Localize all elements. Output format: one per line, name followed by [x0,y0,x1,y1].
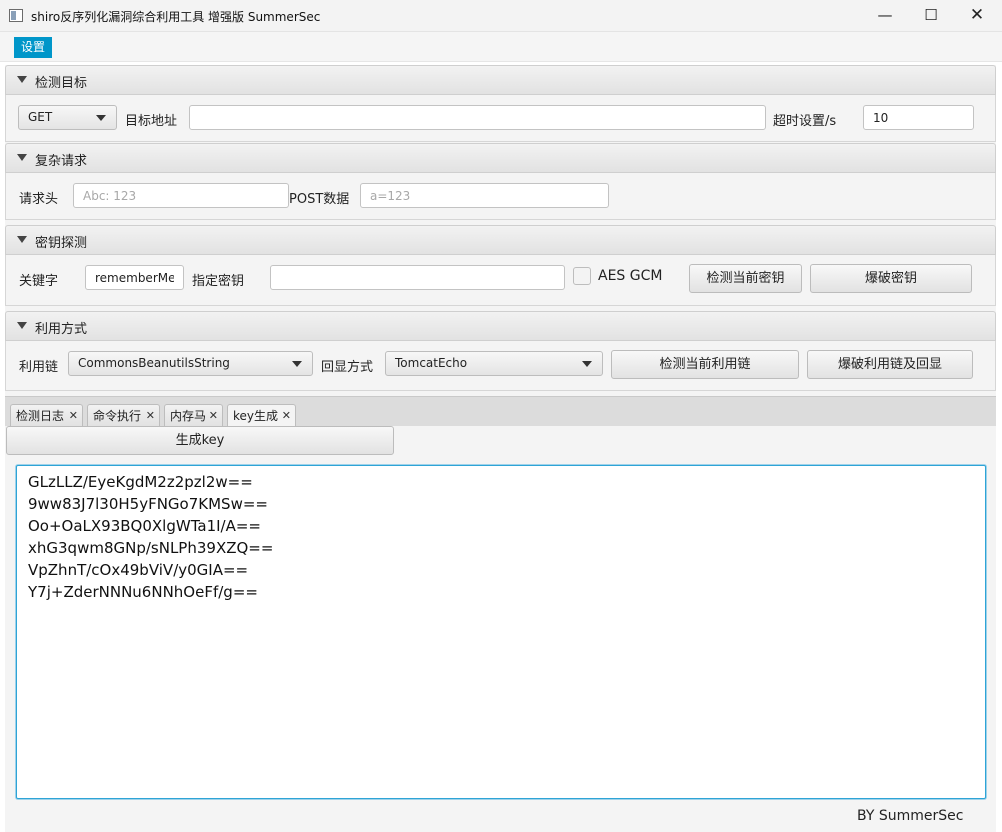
tab-memshell[interactable]: 内存马 ✕ [164,404,223,427]
complex-pane-title: 复杂请求 [35,154,88,169]
key-line: 9ww83J7l30H5yFNGo7KMSw== [28,495,268,513]
minimize-button[interactable]: — [862,0,908,32]
exploit-pane-title: 利用方式 [35,322,88,337]
menu-bar: 设置 [0,32,1002,62]
chevron-down-icon [582,361,592,367]
chevron-down-icon [292,361,302,367]
tab-keygen[interactable]: key生成 ✕ [227,404,296,428]
exploit-pane-body: 利用链 CommonsBeanutilsString 回显方式 TomcatEc… [5,341,996,391]
check-key-button[interactable]: 检测当前密钥 [689,264,802,293]
generate-key-button[interactable]: 生成key [6,426,394,455]
close-icon[interactable]: ✕ [209,405,218,427]
chevron-down-icon [96,115,106,121]
menu-settings[interactable]: 设置 [14,37,53,58]
tab-memshell-label: 内存马 [170,409,207,423]
keyword-input[interactable] [85,265,184,290]
key-label: 指定密钥 [192,274,245,289]
tab-log[interactable]: 检测日志 ✕ [10,404,83,427]
aes-gcm-label: AES GCM [598,268,663,284]
window-title: shiro反序列化漏洞综合利用工具 增强版 SummerSec [31,10,321,24]
app-icon [9,9,23,22]
collapse-triangle-icon [17,322,27,329]
target-pane-header[interactable]: 检测目标 [5,65,996,95]
title-bar: shiro反序列化漏洞综合利用工具 增强版 SummerSec — ☐ ✕ [0,0,1002,32]
tab-bar: 检测日志 ✕ 命令执行 ✕ 内存马 ✕ key生成 ✕ [5,396,996,428]
post-label: POST数据 [289,192,350,207]
timeout-input[interactable] [863,105,974,130]
brute-key-button[interactable]: 爆破密钥 [810,264,972,293]
target-pane-title: 检测目标 [35,76,88,91]
check-chain-button[interactable]: 检测当前利用链 [611,350,799,379]
header-label: 请求头 [19,192,59,207]
maximize-button[interactable]: ☐ [908,0,954,32]
key-line: GLzLLZ/EyeKgdM2z2pzl2w== [28,473,253,491]
tab-log-label: 检测日志 [16,409,65,423]
tab-keygen-label: key生成 [233,409,279,423]
key-line: Y7j+ZderNNNu6NNhOeFf/g== [28,583,258,601]
key-line: xhG3qwm8GNp/sNLPh39XZQ== [28,539,274,557]
tab-command-label: 命令执行 [93,409,142,423]
complex-pane-body: 请求头 POST数据 [5,173,996,220]
timeout-label: 超时设置/s [773,114,837,129]
chain-select[interactable]: CommonsBeanutilsString [68,351,313,376]
collapse-triangle-icon [17,236,27,243]
key-line: Oo+OaLX93BQ0XlgWTa1I/A== [28,517,261,535]
post-input[interactable] [360,183,609,208]
echo-select[interactable]: TomcatEcho [385,351,603,376]
collapse-triangle-icon [17,154,27,161]
key-pane-body: 关键字 指定密钥 AES GCM 检测当前密钥 爆破密钥 [5,255,996,306]
key-line: VpZhnT/cOx49bViV/y0GIA== [28,561,249,579]
close-icon[interactable]: ✕ [146,405,155,427]
key-input[interactable] [270,265,565,290]
echo-label: 回显方式 [321,360,374,375]
keyword-label: 关键字 [19,274,59,289]
method-value: GET [28,110,53,124]
close-icon[interactable]: ✕ [69,405,78,427]
chain-value: CommonsBeanutilsString [78,356,230,370]
complex-pane-header[interactable]: 复杂请求 [5,143,996,173]
method-select[interactable]: GET [18,105,117,130]
footer-credit: BY SummerSec [857,808,964,824]
exploit-pane-header[interactable]: 利用方式 [5,311,996,341]
collapse-triangle-icon [17,76,27,83]
header-input[interactable] [73,183,289,208]
echo-value: TomcatEcho [395,356,468,370]
close-window-button[interactable]: ✕ [954,0,1000,32]
tab-command[interactable]: 命令执行 ✕ [87,404,160,427]
url-input[interactable] [189,105,766,130]
aes-gcm-checkbox[interactable] [573,267,591,285]
key-output-textarea[interactable]: GLzLLZ/EyeKgdM2z2pzl2w== 9ww83J7l30H5yFN… [16,465,986,799]
main-content: 检测目标 GET 目标地址 超时设置/s 复杂请求 请求头 POST数据 密钥探… [5,65,996,832]
chain-label: 利用链 [19,360,59,375]
key-pane-header[interactable]: 密钥探测 [5,225,996,255]
url-label: 目标地址 [125,114,178,129]
brute-chain-button[interactable]: 爆破利用链及回显 [807,350,973,379]
key-pane-title: 密钥探测 [35,236,88,251]
target-pane-body: GET 目标地址 超时设置/s [5,95,996,142]
close-icon[interactable]: ✕ [282,405,291,427]
